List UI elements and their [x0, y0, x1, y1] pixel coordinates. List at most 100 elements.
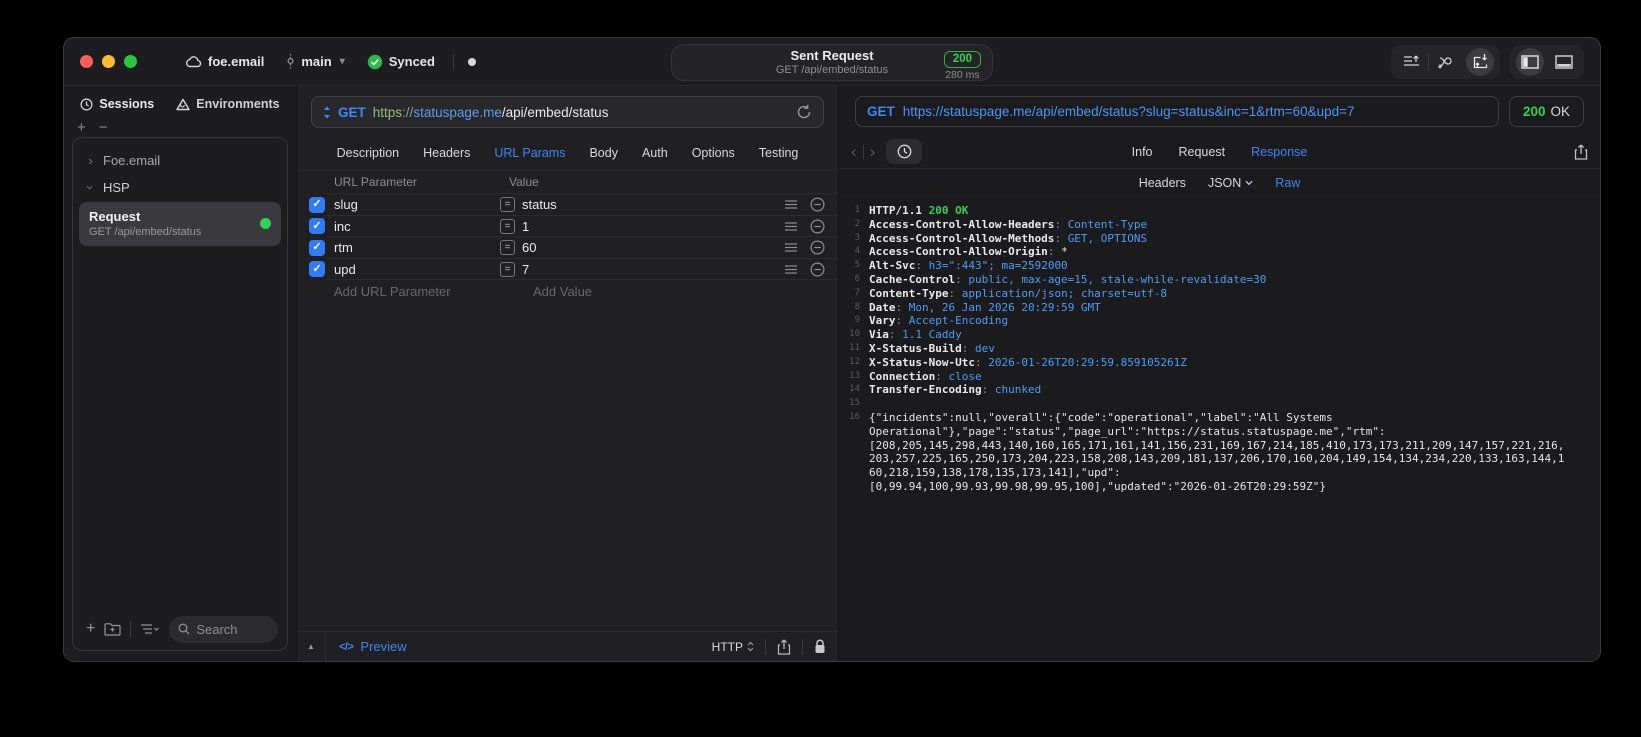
- new-folder-icon[interactable]: [104, 622, 121, 636]
- search-placeholder: Search: [196, 621, 238, 637]
- reorder-icon[interactable]: [785, 200, 797, 209]
- branch-menu[interactable]: main ▾: [286, 54, 345, 69]
- method-select-icon[interactable]: [323, 106, 331, 119]
- zoom-window-button[interactable]: [124, 55, 137, 68]
- activity-pill[interactable]: Sent Request GET /api/embed/status 200 2…: [671, 44, 993, 81]
- history-button[interactable]: [886, 139, 923, 164]
- forward-button[interactable]: ›: [870, 142, 876, 162]
- param-checkbox[interactable]: ✓: [309, 196, 325, 213]
- tree-group-foe-email[interactable]: › Foe.email: [73, 147, 287, 174]
- param-value-input[interactable]: 60: [522, 240, 785, 255]
- export-response-button[interactable]: [1574, 144, 1588, 160]
- param-value-input[interactable]: 7: [522, 262, 785, 277]
- search-input[interactable]: Search: [169, 615, 278, 643]
- list-options-icon[interactable]: [140, 623, 160, 636]
- sidebar-tab-environments[interactable]: Environments: [176, 97, 280, 111]
- minimize-window-button[interactable]: [102, 55, 115, 68]
- import-export-button[interactable]: [1463, 45, 1497, 79]
- request-url-input[interactable]: GET https://statuspage.me/api/embed/stat…: [311, 96, 824, 128]
- chevron-right-icon[interactable]: ›: [86, 153, 95, 168]
- collapse-panel-button[interactable]: ▲: [297, 632, 326, 661]
- add-session-button[interactable]: +: [77, 120, 86, 136]
- request-queue-button[interactable]: [1394, 45, 1428, 79]
- main-area: Sessions Environments + − › Foe.email › HSP …: [64, 86, 1600, 661]
- protocol-select[interactable]: HTTP: [712, 640, 754, 654]
- close-window-button[interactable]: [80, 55, 93, 68]
- param-value-type-icon[interactable]: =: [500, 240, 515, 256]
- response-tab-response[interactable]: Response: [1251, 145, 1307, 159]
- param-value-input[interactable]: 1: [522, 219, 785, 234]
- changes-dot: [467, 57, 476, 66]
- request-tab-testing[interactable]: Testing: [759, 146, 799, 160]
- sync-status[interactable]: Synced: [367, 54, 435, 70]
- toolbar-group-layout: [1510, 44, 1584, 79]
- add-param-row[interactable]: Add URL Parameter Add Value: [297, 280, 838, 303]
- param-value-type-icon[interactable]: =: [500, 197, 515, 213]
- param-name-input[interactable]: slug: [334, 197, 492, 212]
- project-menu[interactable]: foe.email: [185, 54, 264, 69]
- request-list-item[interactable]: Request GET /api/embed/status: [79, 202, 281, 246]
- reorder-icon[interactable]: [785, 222, 797, 231]
- response-status-box: 200 OK: [1508, 96, 1584, 127]
- request-tab-auth[interactable]: Auth: [642, 146, 668, 160]
- response-tab-request[interactable]: Request: [1179, 145, 1226, 159]
- toggle-bottom-panel-button[interactable]: [1547, 45, 1581, 79]
- merge-icon: [1437, 57, 1452, 69]
- param-checkbox[interactable]: ✓: [309, 239, 325, 256]
- cloud-icon: [186, 55, 202, 67]
- reorder-icon[interactable]: [785, 265, 797, 274]
- param-name-input[interactable]: upd: [334, 262, 492, 277]
- request-panel: GET https://statuspage.me/api/embed/stat…: [297, 86, 839, 661]
- line-number: 8: [854, 301, 860, 312]
- param-checkbox[interactable]: ✓: [309, 261, 325, 278]
- delete-param-icon[interactable]: [810, 240, 825, 255]
- response-subtab-headers[interactable]: Headers: [1139, 176, 1186, 190]
- param-checkbox[interactable]: ✓: [309, 218, 325, 235]
- chevron-down-icon[interactable]: ›: [83, 183, 98, 192]
- request-tab-options[interactable]: Options: [692, 146, 735, 160]
- preview-button[interactable]: </> Preview: [339, 639, 407, 654]
- sent-request-url[interactable]: GET https://statuspage.me/api/embed/stat…: [855, 96, 1499, 127]
- request-tab-body[interactable]: Body: [589, 146, 618, 160]
- merge-button[interactable]: [1429, 45, 1463, 79]
- toggle-sidebar-button[interactable]: [1513, 45, 1547, 79]
- sidebar-tab-sessions[interactable]: Sessions: [80, 97, 154, 111]
- response-line-12: 12 X-Status-Now-Utc: 2026-01-26T20:29:59.…: [839, 356, 1600, 370]
- param-name-input[interactable]: inc: [334, 219, 492, 234]
- response-subtab-json[interactable]: JSON: [1208, 176, 1253, 190]
- line-content: Content-Type: application/json; charset=…: [869, 286, 1168, 300]
- response-tabs: Info Request Response: [839, 145, 1600, 159]
- param-value-input[interactable]: status: [522, 197, 785, 212]
- project-name: foe.email: [208, 54, 265, 69]
- param-value-type-icon[interactable]: =: [500, 218, 515, 234]
- line-content: 60,218,159,138,178,135,173,141],"upd":: [869, 466, 1121, 480]
- param-value-type-icon[interactable]: =: [500, 261, 515, 277]
- response-line-wrap: Operational"},"page":"status","page_url"…: [839, 425, 1600, 439]
- back-button[interactable]: ‹: [851, 142, 857, 162]
- lock-icon[interactable]: [814, 639, 826, 654]
- request-tab-description[interactable]: Description: [337, 146, 400, 160]
- line-content: Alt-Svc: h3=":443"; ma=2592000: [869, 259, 1068, 273]
- response-body[interactable]: 1 HTTP/1.1 200 OK 2 Access-Control-Allow-He…: [839, 197, 1600, 661]
- remove-session-button[interactable]: −: [99, 120, 108, 136]
- param-row-actions: [785, 197, 838, 212]
- sidebar-tab-label: Sessions: [99, 97, 155, 111]
- delete-param-icon[interactable]: [810, 262, 825, 277]
- add-parameter-placeholder[interactable]: Add URL Parameter: [334, 284, 508, 299]
- delete-param-icon[interactable]: [810, 219, 825, 234]
- delete-param-icon[interactable]: [810, 197, 825, 212]
- request-tab-url-params[interactable]: URL Params: [494, 146, 565, 160]
- response-status-code: 200: [1522, 104, 1546, 119]
- add-value-placeholder[interactable]: Add Value: [533, 284, 592, 299]
- share-icon[interactable]: [777, 639, 791, 655]
- response-tab-info[interactable]: Info: [1132, 145, 1153, 159]
- line-number: [839, 425, 869, 439]
- send-request-button[interactable]: [796, 104, 812, 120]
- request-tab-headers[interactable]: Headers: [423, 146, 470, 160]
- param-name-input[interactable]: rtm: [334, 240, 492, 255]
- request-method[interactable]: GET: [338, 105, 366, 120]
- reorder-icon[interactable]: [785, 243, 797, 252]
- new-request-button[interactable]: +: [86, 621, 95, 637]
- tree-group-hsp[interactable]: › HSP: [73, 174, 287, 201]
- response-subtab-raw[interactable]: Raw: [1275, 176, 1300, 190]
